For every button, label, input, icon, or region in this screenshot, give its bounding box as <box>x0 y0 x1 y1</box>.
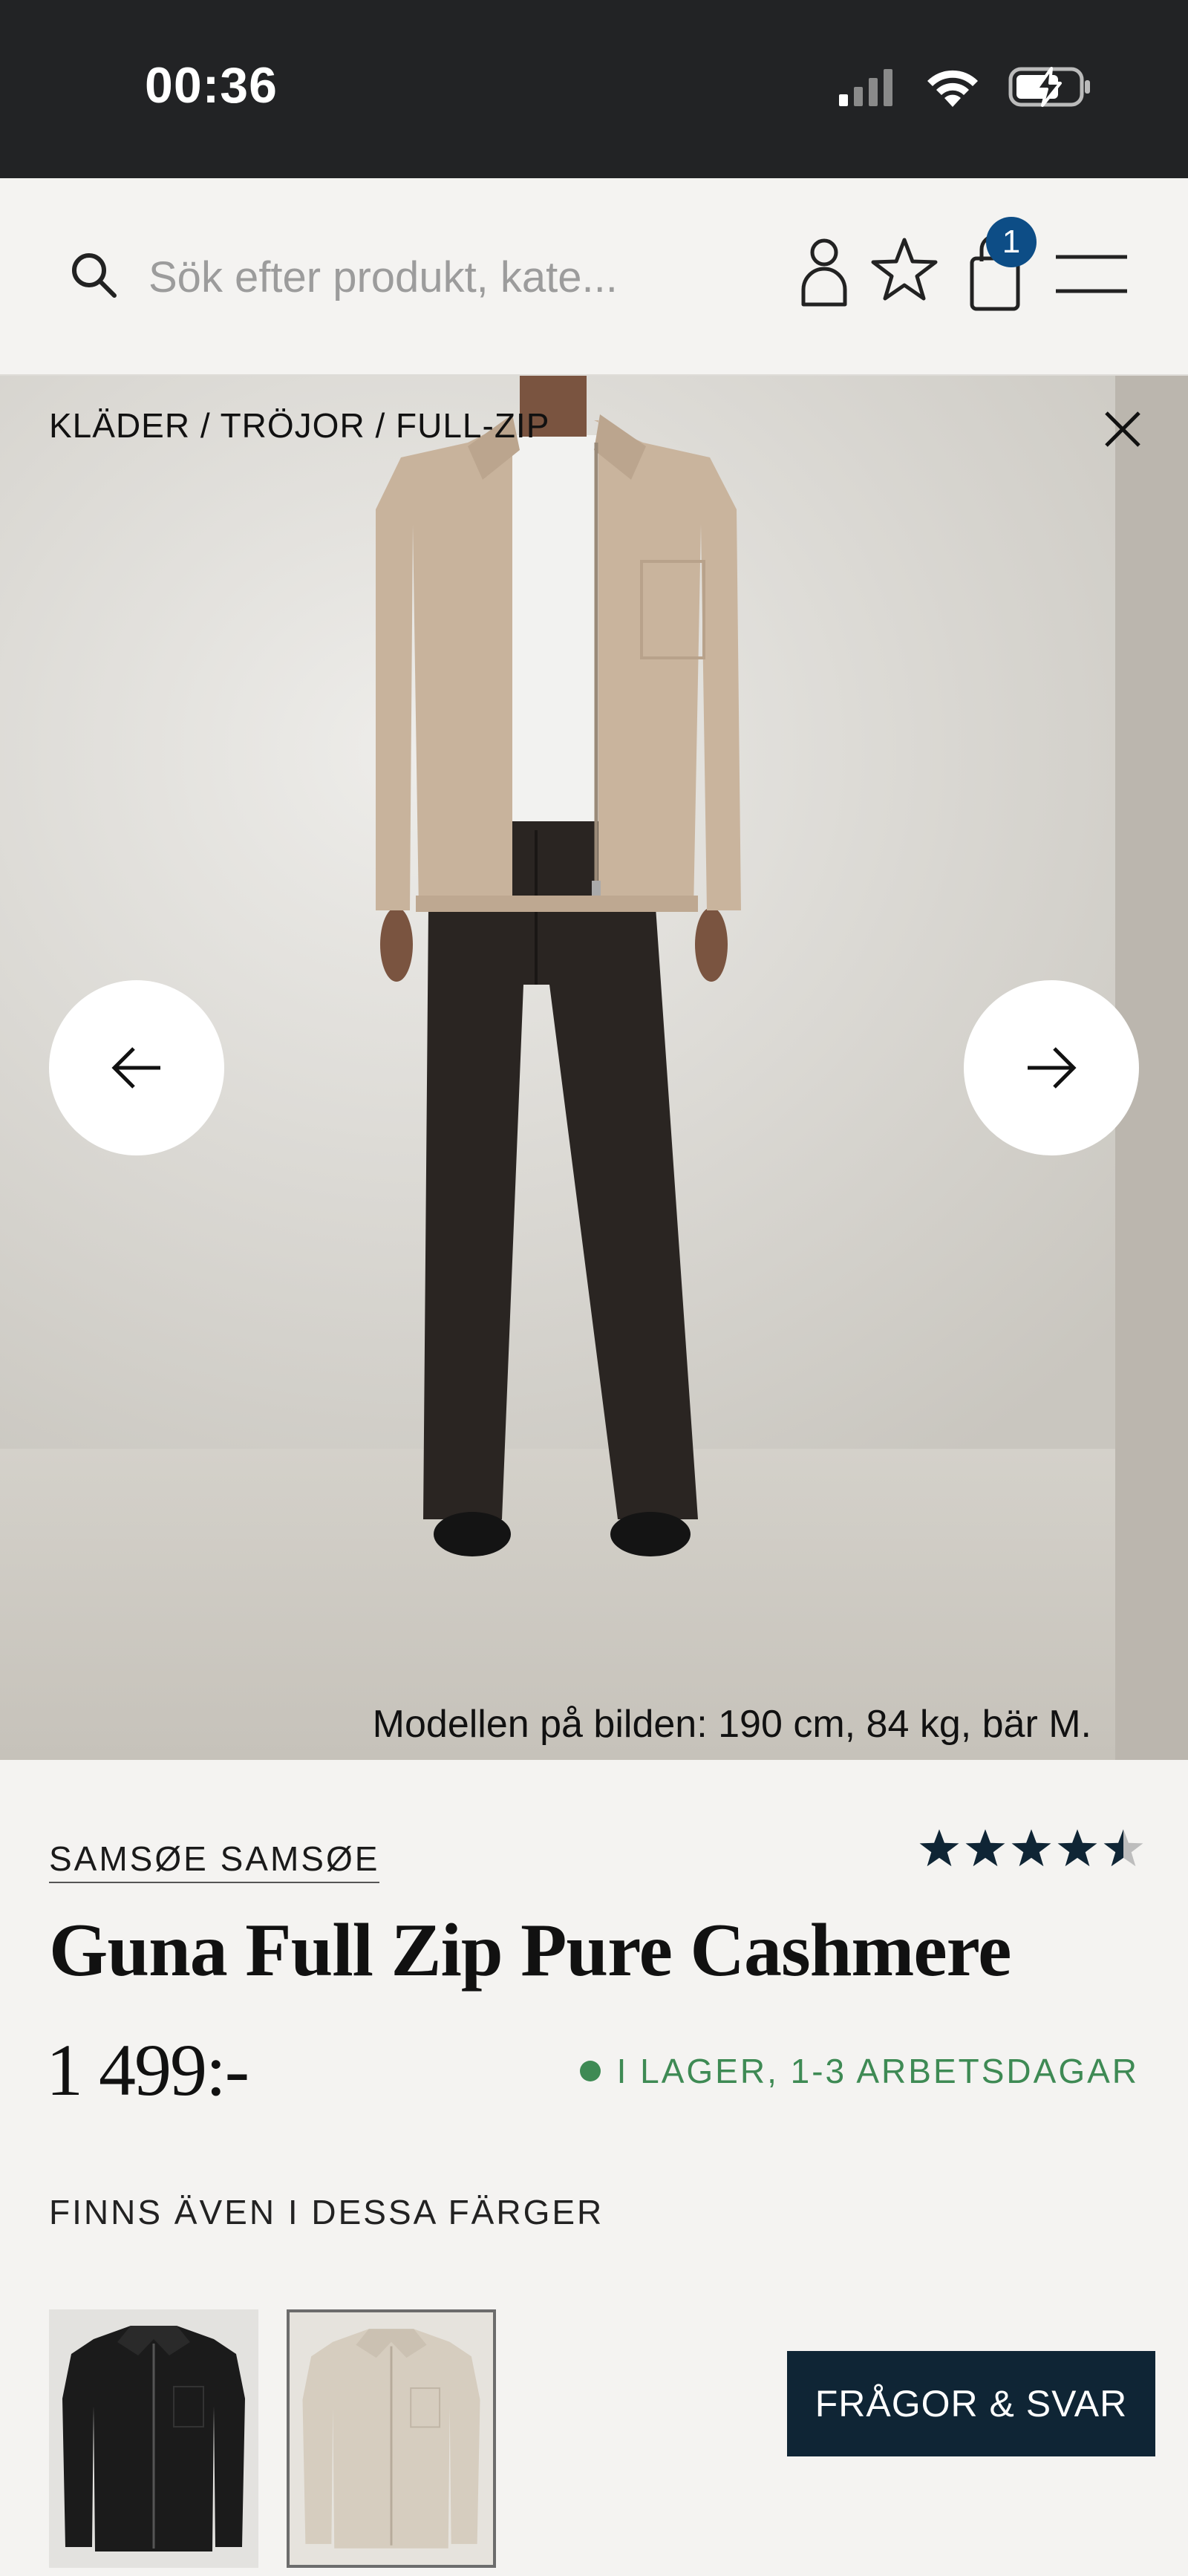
close-icon[interactable] <box>1099 405 1146 453</box>
wishlist-star-icon[interactable] <box>870 236 939 301</box>
status-bar: 00:36 <box>0 0 1188 178</box>
site-header: 1 <box>0 178 1188 376</box>
status-time: 00:36 <box>145 57 278 114</box>
brand-link[interactable]: SAMSØE SAMSØE <box>49 1839 380 1883</box>
star-icon <box>1011 1829 1051 1867</box>
faq-button[interactable]: FRÅGOR & SVAR <box>787 2351 1155 2456</box>
next-image-button[interactable] <box>964 980 1139 1155</box>
star-icon <box>919 1829 959 1867</box>
search-input[interactable] <box>148 236 728 318</box>
color-variants-heading: FINNS ÄVEN I DESSA FÄRGER <box>49 2193 604 2231</box>
cart-count: 1 <box>1002 224 1021 260</box>
black-jacket-thumbnail <box>62 2326 245 2551</box>
status-icons <box>838 62 1091 111</box>
previous-image-button[interactable] <box>49 980 224 1155</box>
product-price: 1 499:- <box>46 2029 249 2111</box>
arrow-right-icon <box>1028 1047 1077 1089</box>
star-icon <box>965 1829 1005 1867</box>
half-star-icon <box>1103 1829 1143 1867</box>
stock-status-text: I LAGER, 1-3 ARBETSDAGAR <box>616 2052 1139 2090</box>
rating-stars[interactable] <box>918 1827 1145 1868</box>
color-swatch-black[interactable] <box>49 2309 258 2568</box>
star-icon <box>1057 1829 1097 1867</box>
cart-count-badge: 1 <box>986 217 1037 267</box>
battery-charging-icon <box>1008 67 1090 107</box>
color-swatch-beige[interactable] <box>287 2309 496 2568</box>
menu-icon[interactable] <box>1054 252 1129 297</box>
cellular-signal-icon <box>839 69 892 106</box>
arrow-left-icon <box>111 1047 160 1089</box>
product-image-carousel[interactable]: KLÄDER / TRÖJOR / FULL-ZIP Modellen på b… <box>0 376 1188 1760</box>
in-stock-dot-icon <box>579 2061 601 2081</box>
breadcrumb[interactable]: KLÄDER / TRÖJOR / FULL-ZIP <box>49 405 549 446</box>
model-info-caption: Modellen på bilden: 190 cm, 84 kg, bär M… <box>372 1703 1091 1746</box>
stock-status: I LAGER, 1-3 ARBETSDAGAR <box>579 2051 1139 2091</box>
account-icon[interactable] <box>799 236 849 307</box>
search-icon[interactable] <box>68 250 119 300</box>
beige-jacket-thumbnail <box>302 2329 480 2549</box>
wifi-icon <box>927 70 978 107</box>
product-title: Guna Full Zip Pure Cashmere <box>49 1908 1011 1992</box>
